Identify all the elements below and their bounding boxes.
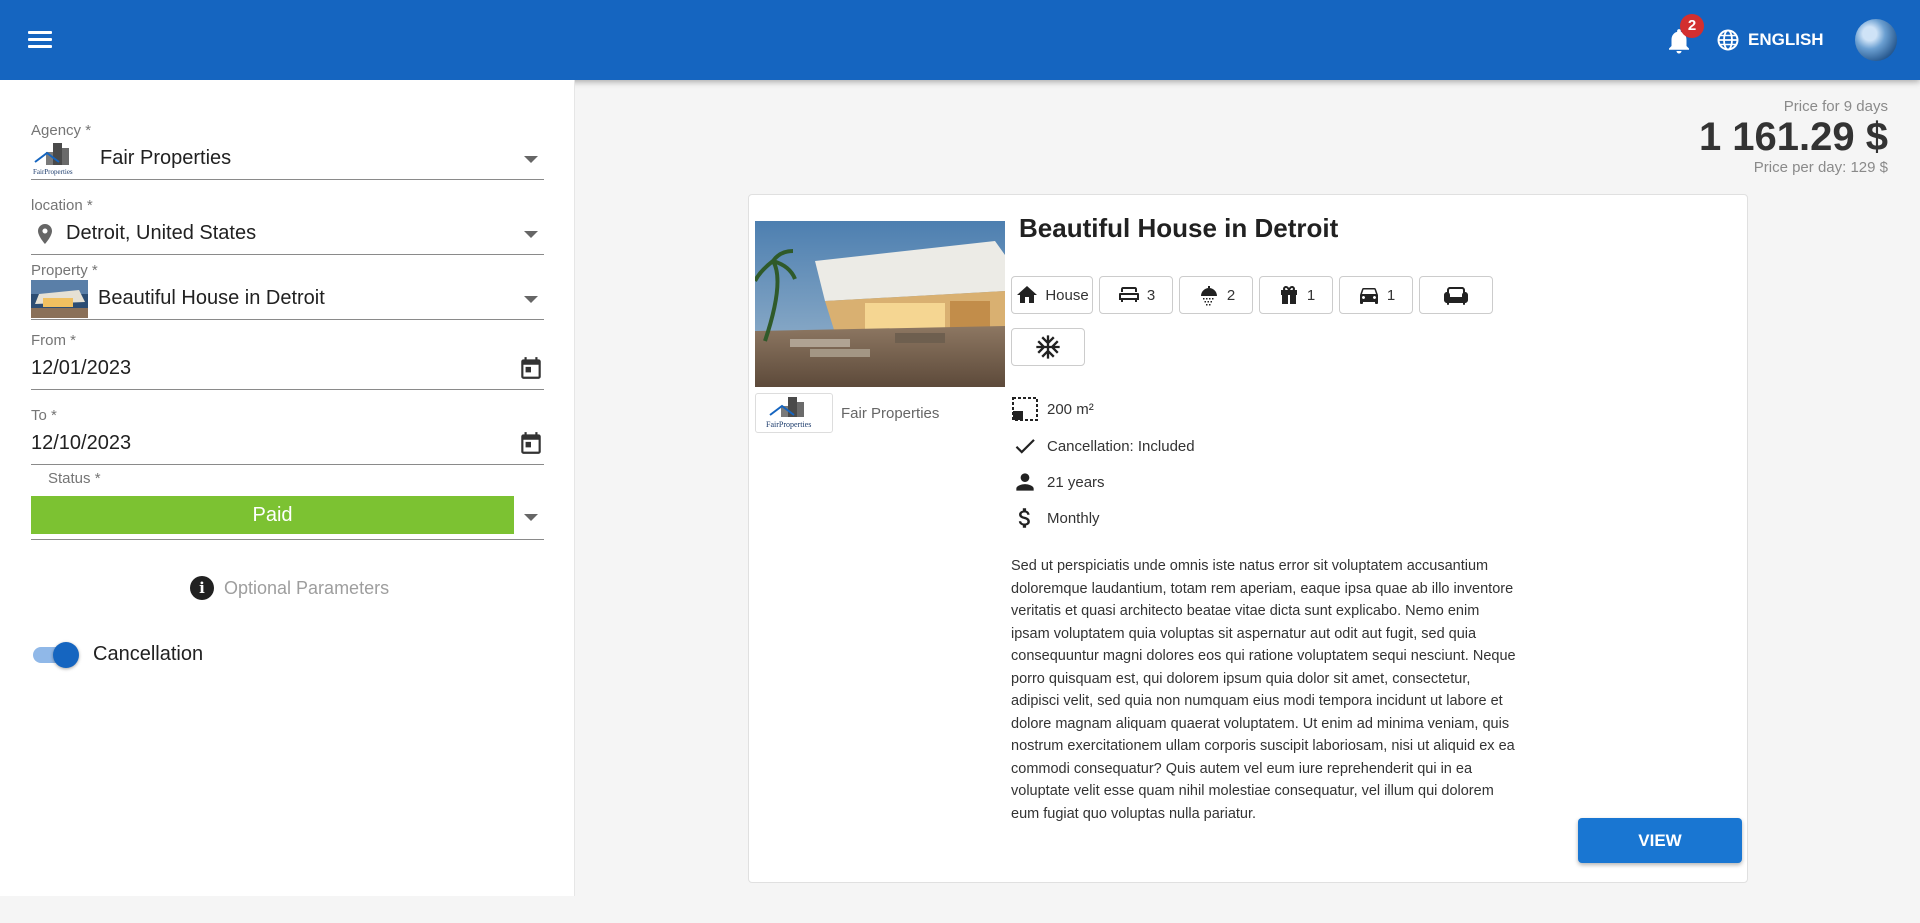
check-icon (1015, 439, 1035, 454)
agency-logo-icon: FairProperties (33, 142, 73, 176)
location-pin-icon (38, 223, 52, 244)
svg-text:FairProperties: FairProperties (33, 168, 73, 176)
agency-logo: FairProperties (755, 393, 833, 433)
bed-icon (1118, 287, 1139, 302)
agency-value: Fair Properties (100, 147, 232, 169)
location-select[interactable]: Detroit, United States (31, 213, 544, 255)
from-date-input[interactable]: 12/01/2023 (31, 348, 544, 390)
property-card: FairProperties Fair Properties Beautiful… (748, 194, 1748, 883)
shower-icon (1200, 286, 1217, 306)
svg-text:FairProperties: FairProperties (766, 420, 811, 429)
chip-air-conditioning (1011, 328, 1085, 366)
cancellation-label: Cancellation (93, 642, 204, 665)
dollar-icon (1018, 508, 1030, 528)
property-select[interactable]: Beautiful House in Detroit (31, 278, 544, 320)
to-date-input[interactable]: 12/10/2023 (31, 423, 544, 465)
cancellation-toggle-row: Cancellation (31, 640, 203, 668)
chip-bedrooms: 3 (1099, 276, 1173, 314)
agency-label: Agency * (31, 122, 92, 139)
chip-parking: 1 (1339, 276, 1413, 314)
price-days-label: Price for 9 days (1783, 98, 1888, 115)
prop-cancellation: Cancellation: Included (1011, 432, 1195, 460)
info-icon: i (190, 576, 214, 600)
car-icon (1359, 288, 1378, 304)
top-app-bar: 2 ENGLISH (0, 0, 1920, 80)
notification-count-badge: 2 (1680, 14, 1704, 38)
to-date-value: 12/10/2023 (31, 432, 132, 454)
prop-size: 200 m² (1011, 395, 1094, 423)
area-icon (1012, 397, 1038, 421)
price-per-day: Price per day: 129 $ (1753, 159, 1888, 176)
cancellation-switch[interactable] (31, 640, 79, 668)
view-button[interactable]: VIEW (1578, 818, 1742, 863)
snowflake-icon (1036, 335, 1060, 359)
property-label: Property * (31, 262, 98, 279)
status-select[interactable]: Paid (31, 496, 544, 540)
calendar-icon[interactable] (518, 430, 544, 456)
gift-icon (1280, 286, 1297, 304)
chevron-down-icon (524, 296, 538, 303)
location-label: location * (31, 197, 93, 214)
status-value: Paid (31, 496, 514, 534)
calendar-icon[interactable] (518, 355, 544, 381)
language-selector[interactable]: ENGLISH (1716, 26, 1824, 54)
property-photo[interactable] (755, 221, 1005, 387)
card-agency-name: Fair Properties (841, 404, 940, 422)
chip-bathrooms: 2 (1179, 276, 1253, 314)
property-description: Sed ut perspiciatis unde omnis iste natu… (1011, 558, 1516, 822)
property-thumbnail (31, 279, 88, 318)
location-value: Detroit, United States (66, 222, 257, 244)
person-icon (1016, 473, 1034, 491)
prop-payment: Monthly (1011, 504, 1100, 532)
price-total: 1 161.29 $ (1698, 115, 1888, 159)
menu-icon[interactable] (22, 24, 58, 56)
prop-age: 21 years (1011, 468, 1105, 496)
chip-gift: 1 (1259, 276, 1333, 314)
sofa-icon (1444, 287, 1468, 305)
user-avatar[interactable] (1855, 19, 1897, 61)
globe-icon (1717, 29, 1739, 51)
property-title: Beautiful House in Detroit (1019, 213, 1339, 243)
from-date-value: 12/01/2023 (31, 357, 132, 379)
chevron-down-icon (524, 231, 538, 238)
chevron-down-icon (524, 514, 538, 521)
status-label: Status * (48, 470, 101, 487)
card-agency: FairProperties Fair Properties (755, 393, 939, 433)
chip-house: House (1011, 276, 1093, 314)
price-summary: Price for 9 days 1 161.29 $ Price per da… (1699, 98, 1888, 176)
house-icon (1017, 286, 1038, 303)
to-label: To * (31, 407, 57, 424)
optional-parameters-toggle[interactable]: i Optional Parameters (190, 576, 389, 600)
optional-parameters-label: Optional Parameters (224, 577, 390, 598)
language-label: ENGLISH (1748, 30, 1824, 49)
notifications-button[interactable]: 2 (1660, 14, 1704, 58)
from-label: From * (31, 332, 76, 349)
chip-furnished (1419, 276, 1493, 314)
chevron-down-icon (524, 156, 538, 163)
booking-form-panel: Agency * FairProperties Fair Properties … (0, 80, 575, 896)
property-value: Beautiful House in Detroit (98, 287, 325, 309)
agency-select[interactable]: FairProperties Fair Properties (31, 138, 544, 180)
